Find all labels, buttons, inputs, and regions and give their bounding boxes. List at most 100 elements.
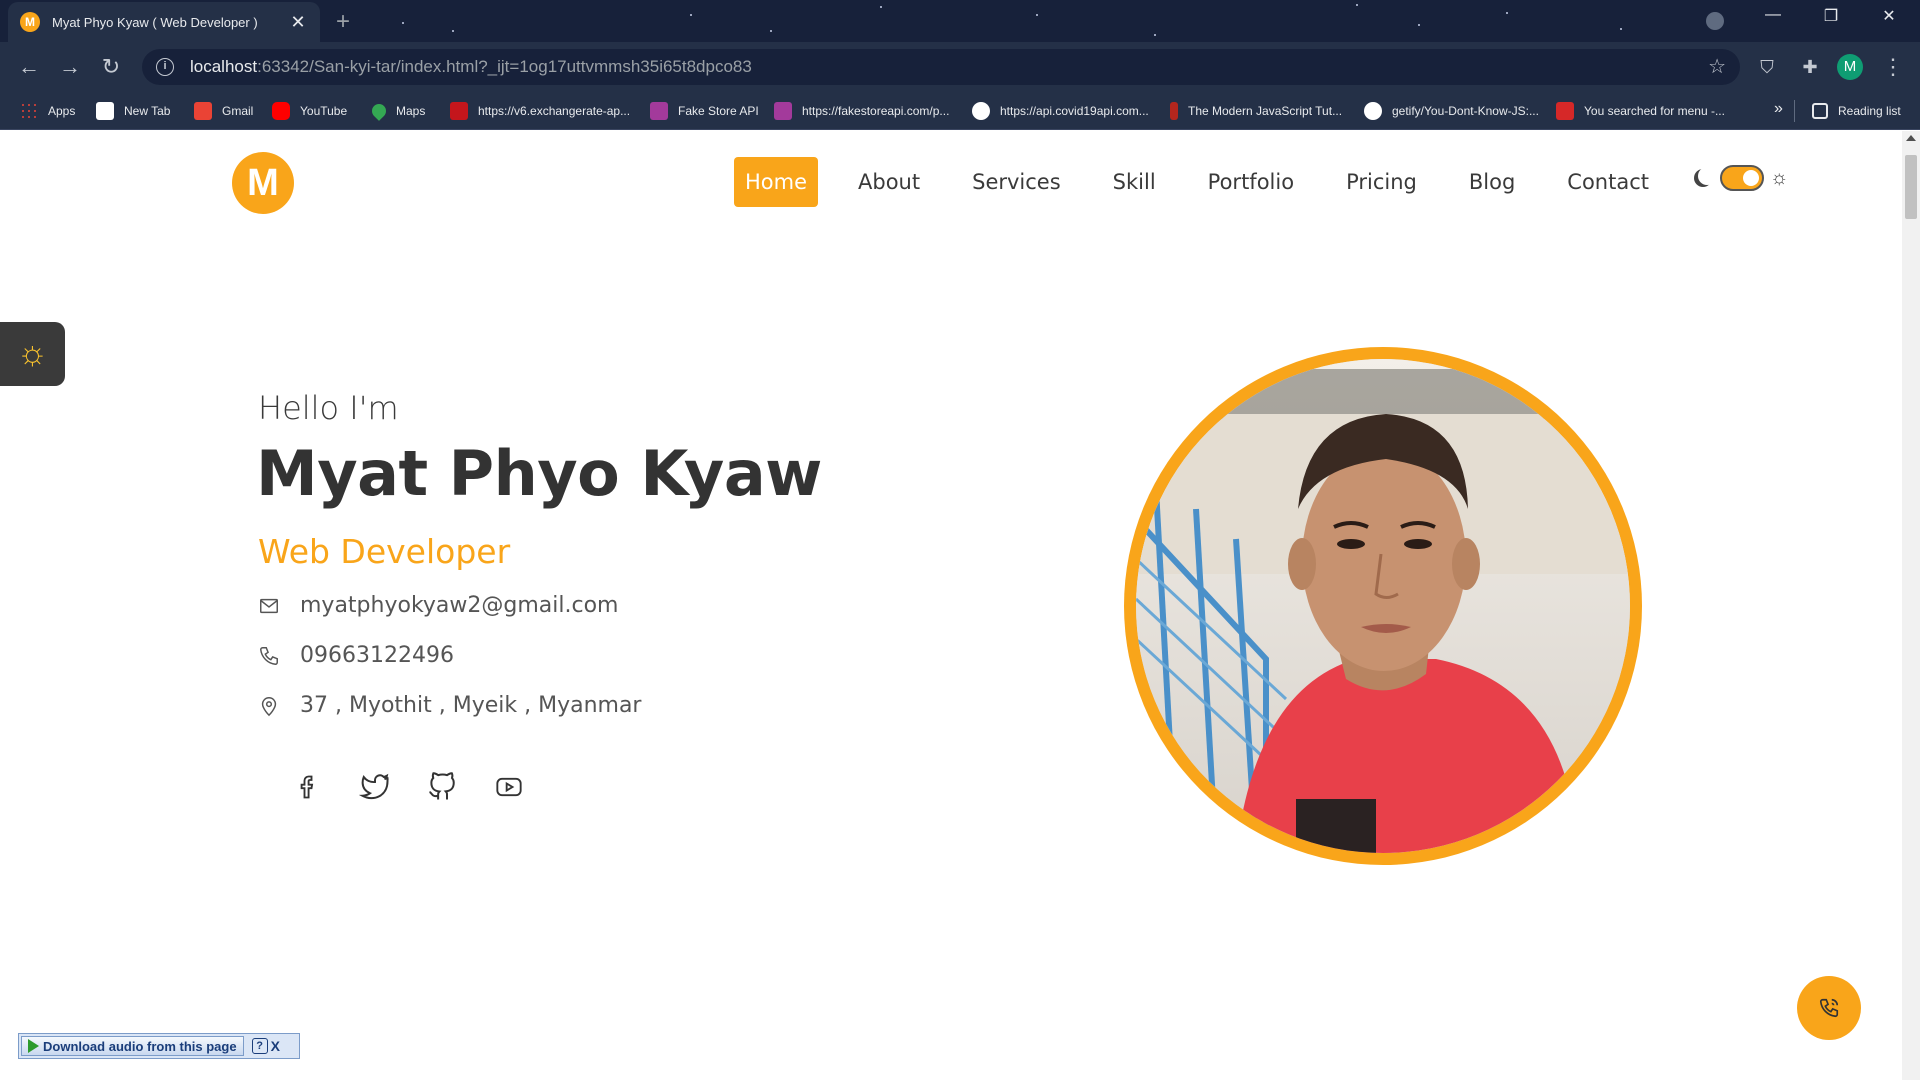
theme-switch[interactable] [1720,165,1764,191]
bookmark-label: https://fakestoreapi.com/p... [802,104,950,118]
bookmark-label: https://v6.exchangerate-ap... [478,104,631,118]
tab-favicon: M [20,12,40,32]
profile-photo [1136,359,1630,853]
browser-toolbar: ← → ↻ i localhost:63342/San-kyi-tar/inde… [0,42,1920,92]
bookmarks-divider [1794,100,1795,122]
bookmark-label: Gmail [222,104,254,118]
bookmark-apps[interactable]: Apps [20,92,75,130]
portfolio-page: M Home About Services Skill Portfolio Pr… [0,131,1902,1080]
restore-icon[interactable]: ❐ [1808,6,1854,26]
url-host: localhost [190,57,258,76]
bookmark-new-tab[interactable]: New Tab [96,92,170,130]
contact-email-row: myatphyokyaw2@gmail.com [258,593,618,618]
hero-name: Myat Phyo Kyaw [256,437,822,510]
back-arrow-icon[interactable]: ← [14,52,44,82]
moon-icon [1698,167,1716,185]
phone-call-icon [1819,998,1839,1018]
modern-js-icon [1170,102,1178,120]
twitter-icon[interactable] [357,769,393,805]
reading-list[interactable]: Reading list [1812,92,1901,130]
nav-services[interactable]: Services [962,157,1071,207]
scroll-up-arrow-icon[interactable] [1906,135,1916,141]
nav-home[interactable]: Home [734,157,819,207]
nav-skill[interactable]: Skill [1103,157,1166,207]
maps-pin-icon [369,101,389,121]
location-pin-icon [261,696,277,716]
new-tab-plus-icon[interactable]: + [336,8,350,36]
hero-greeting: Hello I'm [258,389,399,427]
contact-phone-row: 09663122496 [258,643,454,668]
extensions-puzzle-icon[interactable]: ✚ [1799,56,1821,78]
bookmark-menu-search[interactable]: You searched for menu -... [1556,92,1725,130]
browser-tab-active[interactable]: M Myat Phyo Kyaw ( Web Developer ) ✕ [8,2,320,42]
bookmark-youtube[interactable]: YouTube [272,92,347,130]
tab-close-icon[interactable]: ✕ [288,12,308,33]
bookmark-label: https://api.covid19api.com... [1000,104,1149,118]
bookmark-label: Maps [396,104,426,118]
forward-arrow-icon[interactable]: → [55,52,85,82]
page-scrollbar[interactable] [1902,131,1920,1080]
browser-tab-strip: M Myat Phyo Kyaw ( Web Developer ) ✕ + —… [0,0,1920,42]
email-text[interactable]: myatphyokyaw2@gmail.com [300,593,618,618]
minimize-icon[interactable]: — [1750,6,1796,24]
bookmark-fake-store[interactable]: Fake Store API [650,92,759,130]
youtube-icon[interactable] [491,769,527,805]
download-audio-button[interactable]: Download audio from this page [21,1036,244,1056]
bookmark-label: New Tab [124,104,171,118]
fake-store-icon [774,102,792,120]
nav-about[interactable]: About [848,157,930,207]
nav-contact[interactable]: Contact [1557,157,1659,207]
youtube-icon [272,102,290,120]
mail-icon [260,598,278,613]
hero-role: Web Developer [258,532,511,571]
bookmark-label: getify/You-Dont-Know-JS:... [1392,104,1539,118]
bookmark-modern-js[interactable]: The Modern JavaScript Tut... [1170,92,1342,130]
reload-icon[interactable]: ↻ [96,52,126,82]
exchangerate-icon [450,102,468,120]
fake-store-icon [650,102,668,120]
scroll-thumb[interactable] [1905,155,1917,219]
bookmark-exchangerate[interactable]: https://v6.exchangerate-ap... [450,92,630,130]
nav-pricing[interactable]: Pricing [1336,157,1427,207]
tab-title: Myat Phyo Kyaw ( Web Developer ) [52,14,258,30]
side-theme-sun-icon[interactable]: ☼ [0,322,65,386]
site-info-icon[interactable]: i [156,58,174,76]
bookmark-label: YouTube [300,104,348,118]
bookmark-star-icon[interactable]: ☆ [1708,54,1726,79]
play-icon [28,1039,39,1053]
github-icon[interactable] [424,769,460,805]
browser-menu-icon[interactable]: ⋮ [1882,54,1904,80]
bookmark-ydkjs[interactable]: getify/You-Dont-Know-JS:... [1364,92,1539,130]
github-icon [1364,102,1382,120]
help-icon[interactable]: ? [251,1038,268,1054]
phone-text[interactable]: 09663122496 [300,643,454,668]
profile-avatar[interactable]: M [1837,54,1863,80]
bookmark-gmail[interactable]: Gmail [194,92,253,130]
profile-photo-frame [1124,347,1642,865]
shield-extension-icon[interactable]: ⛉ [1756,56,1778,78]
m-logo-icon [1556,102,1574,120]
close-window-icon[interactable]: ✕ [1866,6,1912,26]
bookmark-covid-api[interactable]: https://api.covid19api.com... [972,92,1149,130]
call-fab-button[interactable] [1797,976,1861,1040]
audio-download-bar: Download audio from this page ? X [18,1033,300,1059]
more-bookmarks-icon[interactable]: » [1774,100,1783,118]
reading-list-icon [1812,103,1828,119]
download-audio-label: Download audio from this page [43,1038,237,1054]
tab-search-icon[interactable] [1706,12,1724,30]
reading-list-label: Reading list [1838,104,1901,118]
address-bar[interactable]: i localhost:63342/San-kyi-tar/index.html… [142,49,1740,85]
bookmark-label: You searched for menu -... [1584,104,1725,118]
nav-blog[interactable]: Blog [1459,157,1525,207]
switch-knob [1743,170,1759,186]
close-icon[interactable]: X [271,1038,280,1054]
page-icon [96,102,114,120]
bookmark-fakestoreapi[interactable]: https://fakestoreapi.com/p... [774,92,949,130]
theme-toggle[interactable]: ☼ [1692,165,1788,191]
facebook-icon[interactable] [290,769,326,805]
sun-icon: ☼ [1770,166,1789,189]
bookmark-label: The Modern JavaScript Tut... [1188,104,1343,118]
site-logo[interactable]: M [232,152,294,214]
nav-portfolio[interactable]: Portfolio [1198,157,1304,207]
bookmark-maps[interactable]: Maps [369,92,426,130]
